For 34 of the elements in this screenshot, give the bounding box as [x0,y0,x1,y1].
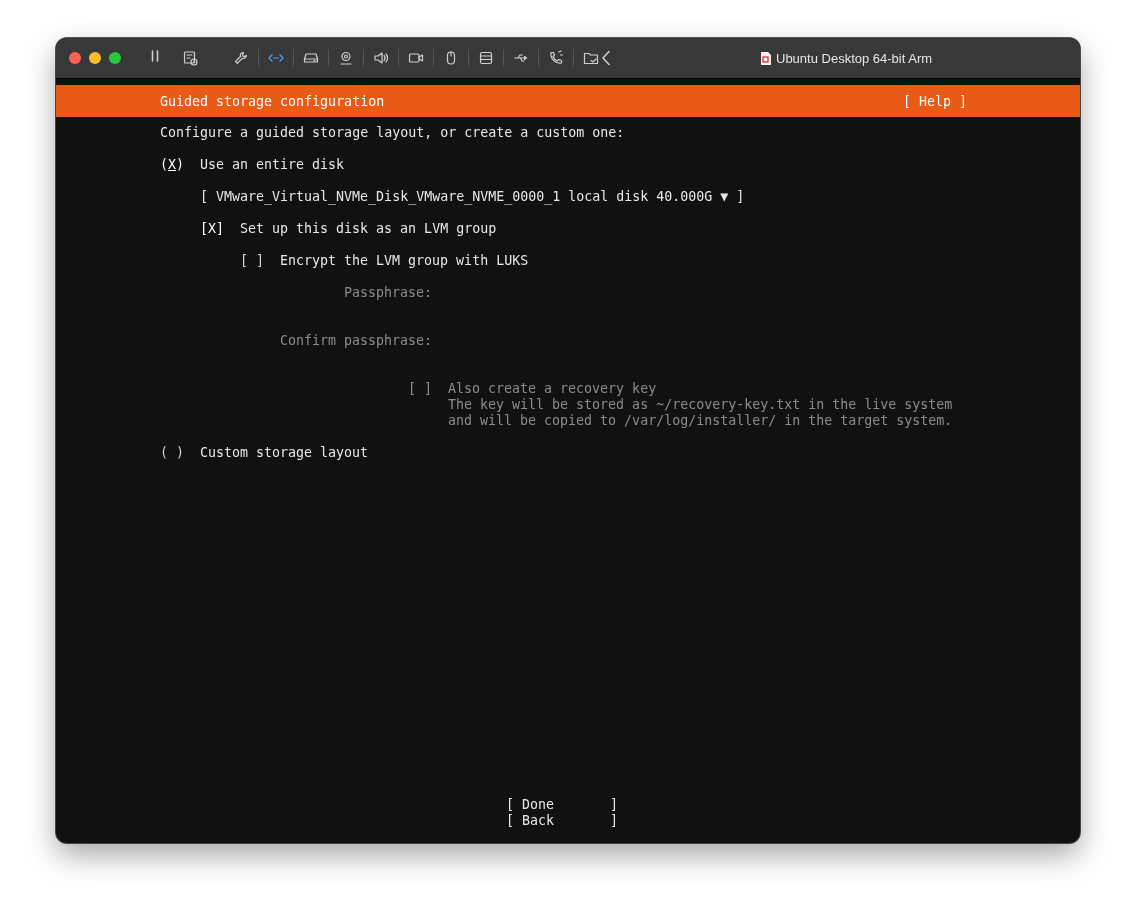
phone-icon[interactable] [548,50,564,66]
video-camera-icon[interactable] [408,50,424,66]
intro-text: Configure a guided storage layout, or create a custom one: [159,125,626,141]
zoom-button[interactable] [109,52,121,64]
disk-drive-icon[interactable] [303,50,319,66]
checkbox-label: Set up this disk as an LVM group [240,221,497,237]
menu-button[interactable]: [ Back ] [506,812,619,828]
snapshot-icon[interactable] [182,50,198,66]
minimize-button[interactable] [89,52,101,64]
help-button[interactable]: [ Help ] [902,93,967,109]
document-icon [761,51,771,65]
screen-title: Guided storage configuration [160,93,385,109]
speaker-icon[interactable] [373,50,389,66]
folder-icon[interactable] [583,50,599,66]
help-text: The key will be stored as ~/recovery-key.txt in the live system [448,397,953,413]
checkbox-label: Also create a recovery key [448,381,658,397]
webcam-icon[interactable] [338,50,354,66]
close-button[interactable] [69,52,81,64]
menu-button[interactable]: [ Done ] [506,796,619,812]
stack-icon[interactable] [478,50,494,66]
checkbox-label: Encrypt the LVM group with LUKS [280,253,529,269]
option-label: Use an entire disk [200,157,345,173]
field-label: Confirm passphrase: [278,333,432,349]
radio-button[interactable]: ( ) [160,445,200,461]
radio-button[interactable]: (X) [160,157,200,173]
checkbox[interactable]: [ ] [240,253,280,269]
wrench-icon[interactable] [233,50,249,66]
checkbox[interactable]: [X] [200,221,240,237]
field-label: Passphrase: [342,285,432,301]
disk-dropdown[interactable]: [ VMware_Virtual_NVMe_Disk_VMware_NVME_0000_1 local disk 40.000G ▼ ] [200,189,745,205]
back-chevron-icon[interactable] [601,50,611,66]
option-label: Custom storage layout [200,445,369,461]
window-title: Ubuntu Desktop 64-bit Arm [776,50,933,66]
help-text: and will be copied to /var/log/installer/ in the target system. [448,413,953,429]
